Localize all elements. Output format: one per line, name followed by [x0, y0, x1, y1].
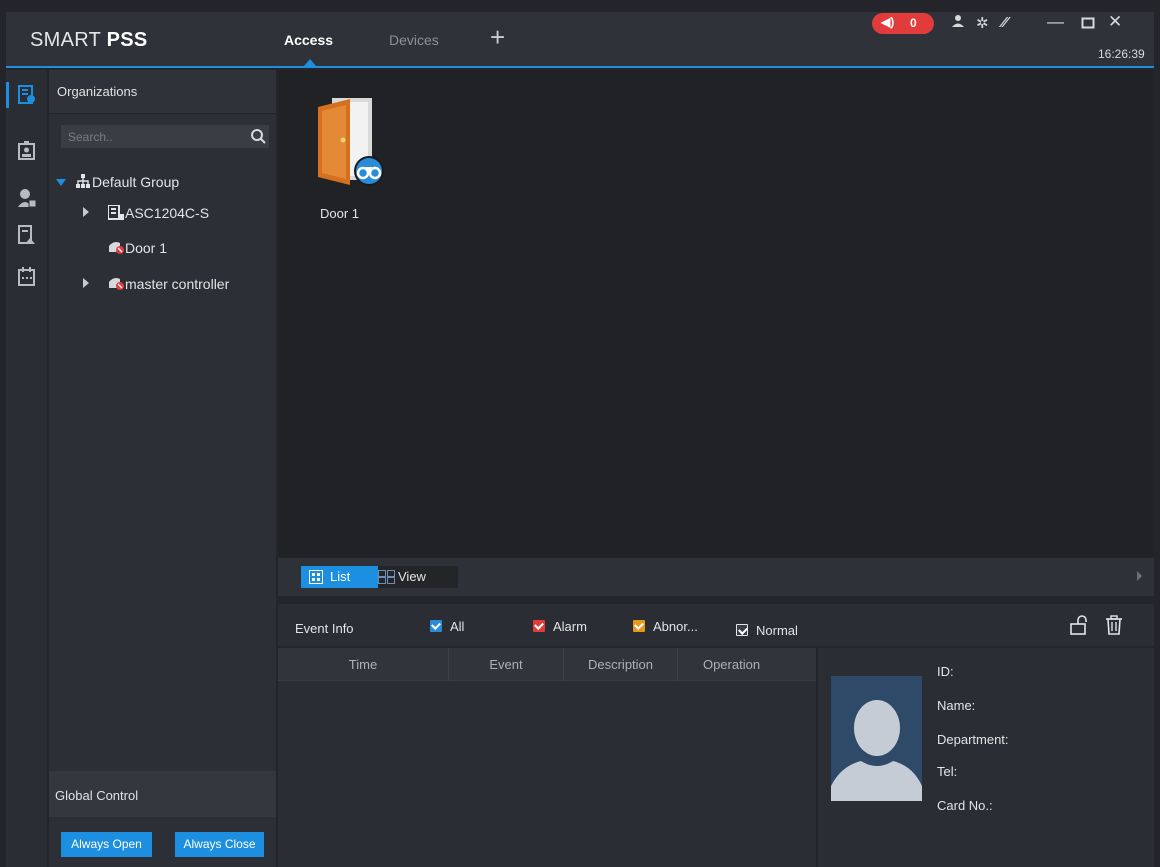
maximize-icon[interactable]: [1081, 12, 1095, 35]
user-permission-icon[interactable]: [6, 181, 47, 215]
column-header-event[interactable]: Event: [449, 648, 564, 681]
person-department-label: Department:: [937, 732, 1009, 747]
view-toolbar: List View: [278, 558, 1154, 596]
event-filter-bar: Event Info All Alarm Abnor... Normal: [278, 604, 1154, 646]
plus-icon[interactable]: +: [490, 22, 505, 53]
tab-devices[interactable]: Devices: [389, 32, 439, 48]
grid-icon: [378, 570, 396, 587]
event-table: Time Event Description Operation: [278, 648, 816, 867]
search-icon[interactable]: [250, 128, 266, 149]
organizations-header: Organizations: [49, 70, 276, 114]
door-offline-icon: [108, 276, 124, 294]
alarm-counter-button[interactable]: ◀) 0: [872, 13, 934, 34]
speaker-icon: ◀): [881, 15, 895, 29]
search-input[interactable]: [68, 129, 238, 145]
door-view-canvas: [278, 70, 1154, 557]
tree-item-label: ASC1204C-S: [125, 205, 210, 221]
active-tab-indicator: [304, 59, 316, 66]
list-icon: [309, 570, 323, 587]
grid-view-toggle[interactable]: View: [378, 566, 458, 588]
person-info-panel: ID: Name: Department: Tel: Card No.:: [818, 648, 1154, 867]
filter-label: Normal: [756, 623, 798, 638]
logo-prefix: SMART: [30, 29, 107, 51]
filter-label: Abnor...: [653, 619, 698, 634]
tab-access[interactable]: Access: [284, 32, 333, 48]
checkbox-checked-icon: [633, 620, 645, 632]
unlock-icon[interactable]: [1069, 615, 1089, 640]
door-label[interactable]: Door 1: [320, 206, 359, 221]
smart-pss-window: SMART PSS Access Devices + ◀) 0 ✲ ⁄⁄ — ✕…: [0, 0, 1160, 867]
controller-device-icon: [107, 204, 124, 223]
filter-label: Alarm: [553, 619, 587, 634]
event-info-label: Event Info: [295, 621, 354, 636]
title-bar: SMART PSS Access Devices + ◀) 0 ✲ ⁄⁄ — ✕…: [6, 12, 1154, 68]
column-header-operation[interactable]: Operation: [678, 648, 785, 681]
schedule-calendar-icon[interactable]: [6, 260, 47, 294]
person-tel-label: Tel:: [937, 764, 958, 779]
minimize-icon[interactable]: —: [1047, 12, 1064, 32]
chevron-right-icon[interactable]: [1137, 571, 1142, 581]
checkbox-checked-icon: [736, 624, 748, 636]
personnel-card-icon[interactable]: [6, 134, 47, 168]
checkbox-checked-icon: [533, 620, 545, 632]
close-icon[interactable]: ✕: [1108, 12, 1122, 32]
list-label: List: [330, 569, 351, 584]
nav-rail: [6, 70, 47, 867]
person-avatar-placeholder: [831, 676, 922, 801]
person-card-no-label: Card No.:: [937, 798, 993, 813]
app-logo: SMART PSS: [30, 29, 148, 52]
column-header-time[interactable]: Time: [278, 648, 449, 681]
tree-item-label: Door 1: [125, 240, 168, 256]
view-label: View: [398, 569, 426, 584]
column-header-description[interactable]: Description: [564, 648, 678, 681]
person-name-label: Name:: [937, 698, 976, 713]
logo-bold: PSS: [106, 29, 148, 51]
tree-item-label: Default Group: [92, 174, 180, 190]
tree-item-label: master controller: [125, 276, 230, 292]
event-table-header: Time Event Description Operation: [278, 648, 816, 681]
organizations-title: Organizations: [57, 84, 138, 99]
clock: 16:26:39: [1098, 47, 1145, 61]
access-level-icon[interactable]: [6, 218, 47, 252]
door-offline-icon: [108, 240, 124, 258]
chevron-down-icon[interactable]: [56, 179, 66, 186]
door-with-binoculars-icon: [318, 98, 384, 186]
door-monitor-icon[interactable]: [6, 78, 47, 112]
filter-label: All: [450, 619, 465, 634]
chevron-right-icon[interactable]: [83, 207, 89, 217]
performance-gauge-icon[interactable]: ⁄⁄: [1002, 14, 1007, 31]
chevron-right-icon[interactable]: [83, 278, 89, 288]
org-tree-icon: [76, 174, 90, 191]
search-box: [61, 125, 269, 148]
avatar-silhouette-icon: [831, 676, 922, 801]
list-view-toggle[interactable]: List: [301, 566, 378, 588]
trash-icon[interactable]: [1105, 615, 1123, 640]
checkbox-checked-icon: [430, 620, 442, 632]
alarm-count: 0: [910, 16, 917, 30]
user-icon[interactable]: [952, 14, 964, 32]
gear-icon[interactable]: ✲: [976, 14, 989, 32]
person-id-label: ID:: [937, 664, 954, 679]
